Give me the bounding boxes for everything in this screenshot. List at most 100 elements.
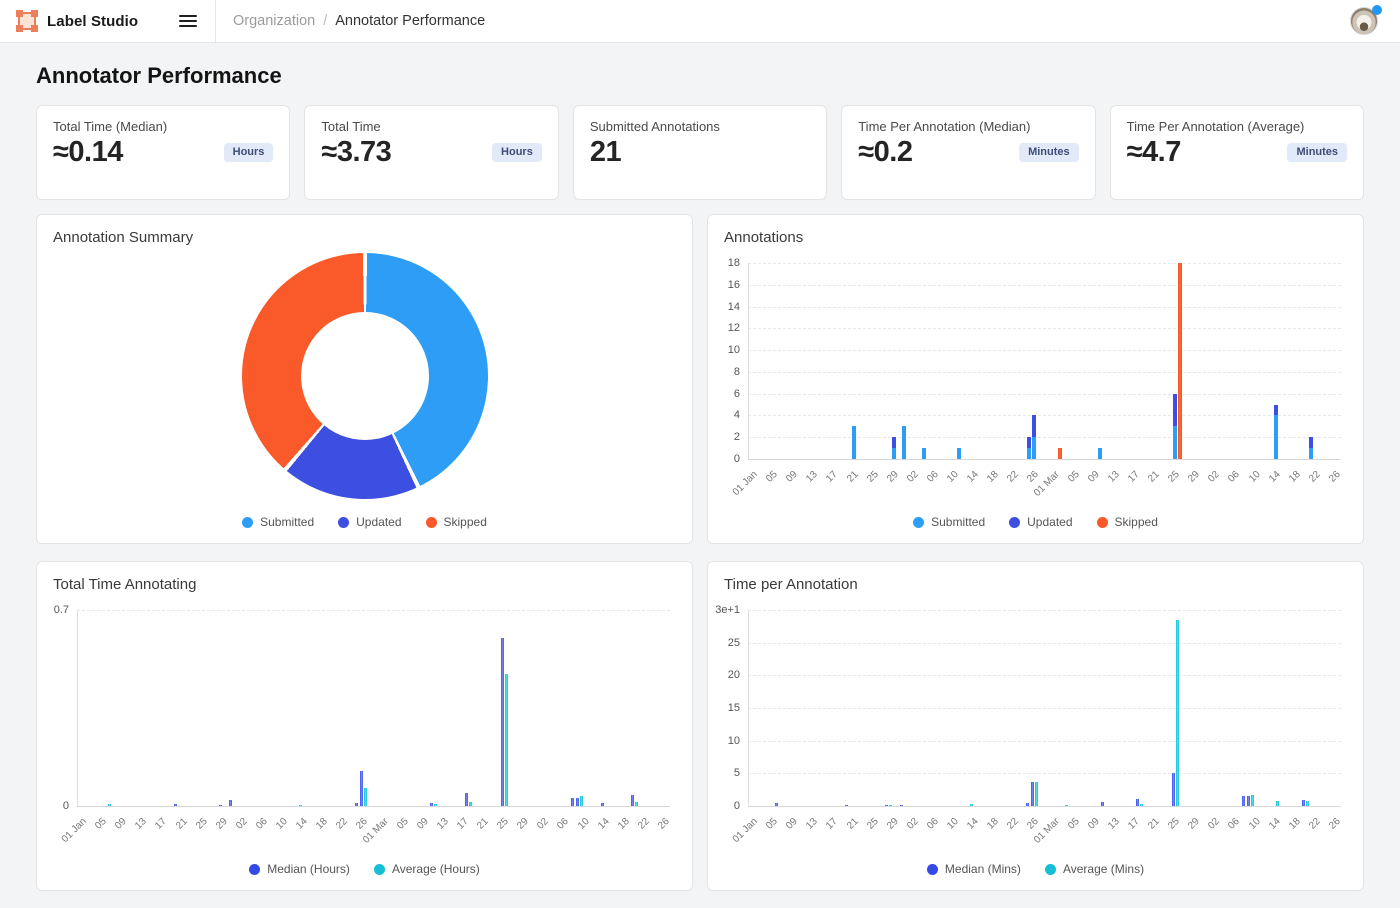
bar-average[interactable] <box>1035 782 1038 806</box>
x-axis-tick-label: 21 <box>1146 816 1162 832</box>
bar-submitted[interactable] <box>1309 448 1313 459</box>
bar-updated[interactable] <box>1309 437 1313 448</box>
legend-item[interactable]: Updated <box>338 515 401 529</box>
x-axis-line <box>77 806 670 807</box>
bar-submitted[interactable] <box>957 448 961 459</box>
bar-updated[interactable] <box>1027 437 1031 448</box>
bar-skipped[interactable] <box>1178 263 1182 459</box>
bar-average[interactable] <box>635 802 638 806</box>
y-axis-tick-label: 16 <box>707 279 740 291</box>
bar-average[interactable] <box>1251 795 1254 806</box>
legend-item[interactable]: Median (Hours) <box>249 862 350 876</box>
bar-median[interactable] <box>1031 782 1034 806</box>
bar-average[interactable] <box>299 805 302 806</box>
stat-card-value: ≈4.7 <box>1127 136 1181 169</box>
bar-median[interactable] <box>631 795 634 806</box>
bar-median[interactable] <box>601 803 604 806</box>
bar-median[interactable] <box>576 798 579 806</box>
bar-median[interactable] <box>1242 796 1245 806</box>
bar-submitted[interactable] <box>902 426 906 459</box>
bar-median[interactable] <box>360 771 363 806</box>
app-header: Label Studio Organization / Annotator Pe… <box>0 0 1400 43</box>
x-axis-tick-label: 17 <box>1126 816 1142 832</box>
bar-average[interactable] <box>505 674 508 806</box>
total-time-annotating-bar-chart[interactable]: 00.701 Jan050913172125290206101418222601… <box>37 562 692 890</box>
annotation-summary-donut-chart[interactable] <box>242 253 488 499</box>
legend-item[interactable]: Updated <box>1009 515 1072 529</box>
bar-median[interactable] <box>355 803 358 806</box>
bar-submitted[interactable] <box>1173 426 1177 459</box>
legend-item[interactable]: Average (Mins) <box>1045 862 1144 876</box>
legend-dot-icon <box>426 517 437 528</box>
legend-item[interactable]: Skipped <box>426 515 487 529</box>
brand-name: Label Studio <box>47 13 138 30</box>
bar-average[interactable] <box>1306 801 1309 806</box>
bar-median[interactable] <box>219 805 222 806</box>
bar-average[interactable] <box>364 788 367 806</box>
annotations-bar-chart[interactable]: 02468101214161801 Jan0509131721252902061… <box>708 215 1363 543</box>
bar-median[interactable] <box>775 803 778 806</box>
bar-average[interactable] <box>108 804 111 806</box>
bar-average[interactable] <box>1276 801 1279 806</box>
bar-median[interactable] <box>465 793 468 806</box>
bar-submitted[interactable] <box>1274 415 1278 459</box>
bar-submitted[interactable] <box>1027 448 1031 459</box>
bar-updated[interactable] <box>1274 405 1278 416</box>
bar-skipped[interactable] <box>1058 448 1062 459</box>
x-axis-tick-label: 13 <box>804 816 820 832</box>
x-axis-tick-label: 25 <box>495 816 511 832</box>
bar-average[interactable] <box>970 804 973 806</box>
time-per-annotation-bar-chart[interactable]: 05101520253e+101 Jan05091317212529020610… <box>708 562 1363 890</box>
bar-submitted[interactable] <box>1032 437 1036 459</box>
bar-median[interactable] <box>1101 802 1104 806</box>
stat-card-label: Submitted Annotations <box>590 119 810 134</box>
bar-updated[interactable] <box>1032 415 1036 437</box>
x-axis-tick-label: 14 <box>294 816 310 832</box>
bar-submitted[interactable] <box>852 426 856 459</box>
bar-submitted[interactable] <box>1098 448 1102 459</box>
bar-median[interactable] <box>845 805 848 806</box>
bar-updated[interactable] <box>892 437 896 448</box>
chart-legend: Submitted Updated Skipped <box>37 515 692 529</box>
breadcrumb-organization-link[interactable]: Organization <box>233 13 315 29</box>
bar-median[interactable] <box>1026 803 1029 806</box>
bar-average[interactable] <box>1065 805 1068 806</box>
bar-submitted[interactable] <box>922 448 926 459</box>
legend-dot-icon <box>927 864 938 875</box>
bar-average[interactable] <box>434 804 437 806</box>
bar-average[interactable] <box>1176 620 1179 806</box>
label-studio-logo-icon[interactable] <box>16 10 38 32</box>
bar-submitted[interactable] <box>892 448 896 459</box>
chart-title: Annotations <box>724 229 803 246</box>
bar-median[interactable] <box>885 805 888 806</box>
bar-median[interactable] <box>174 804 177 806</box>
bar-median[interactable] <box>1136 799 1139 806</box>
bar-median[interactable] <box>900 805 903 806</box>
bar-median[interactable] <box>430 803 433 806</box>
legend-item[interactable]: Skipped <box>1097 515 1158 529</box>
bar-median[interactable] <box>229 800 232 806</box>
gridline <box>748 773 1341 774</box>
legend-item[interactable]: Submitted <box>913 515 985 529</box>
y-axis-line <box>748 263 749 459</box>
legend-item[interactable]: Median (Mins) <box>927 862 1021 876</box>
bar-median[interactable] <box>501 638 504 806</box>
legend-dot-icon <box>1045 864 1056 875</box>
bar-median[interactable] <box>1172 773 1175 806</box>
bar-average[interactable] <box>469 802 472 806</box>
bar-average[interactable] <box>889 805 892 806</box>
legend-item[interactable]: Average (Hours) <box>374 862 480 876</box>
bar-average[interactable] <box>580 796 583 806</box>
bar-updated[interactable] <box>1173 394 1177 427</box>
bar-median[interactable] <box>1247 796 1250 806</box>
stat-card-total-time-median: Total Time (Median) ≈0.14 Hours <box>36 105 290 200</box>
x-axis-tick-label: 05 <box>93 816 109 832</box>
bar-median[interactable] <box>1302 800 1305 806</box>
bar-average[interactable] <box>1140 804 1143 806</box>
bar-median[interactable] <box>571 798 574 806</box>
hamburger-menu-icon[interactable] <box>179 15 197 27</box>
legend-item[interactable]: Submitted <box>242 515 314 529</box>
x-axis-tick-label: 01 Jan <box>731 469 760 498</box>
y-axis-tick-label: 4 <box>707 409 740 421</box>
user-avatar[interactable] <box>1350 7 1380 37</box>
